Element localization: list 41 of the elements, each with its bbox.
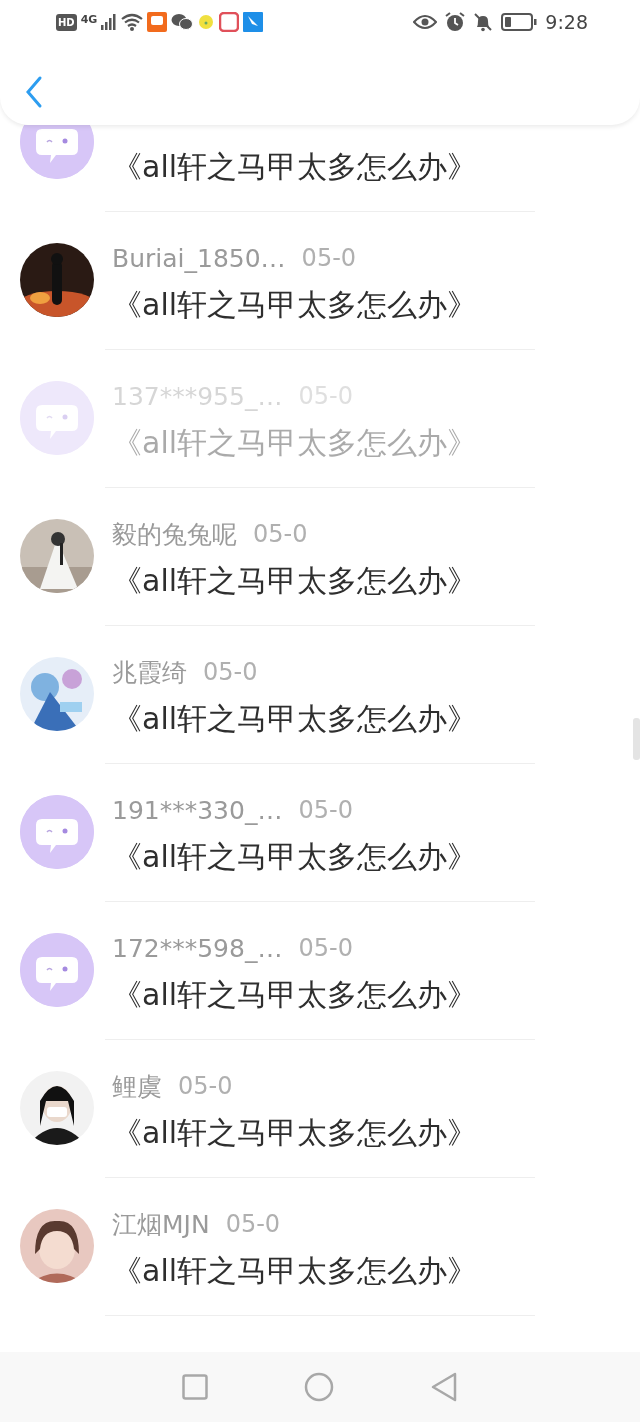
user-name: 毅的兔兔呢 (112, 519, 237, 551)
app-icon (147, 12, 168, 32)
user-name: 191***330_… (112, 795, 283, 827)
user-name: 兆霞绮 (112, 657, 187, 689)
post-date: 05-0 (178, 1071, 233, 1102)
back-icon[interactable] (430, 1372, 458, 1402)
post-date: 05-0 (298, 933, 353, 964)
home-icon[interactable] (304, 1372, 334, 1402)
post-date: 05-0 (253, 519, 308, 550)
post-date: 05-0 (298, 795, 353, 826)
post-date: 05-0 (203, 657, 258, 688)
post-date: 05-0 (301, 243, 357, 274)
chat-icon (171, 13, 194, 31)
book-title: 《all轩之马甲太多怎么办》 (112, 1114, 478, 1152)
hd-badge: HD (56, 13, 77, 31)
scroll-thumb (633, 718, 640, 760)
book-title: 《all轩之马甲太多怎么办》 (112, 700, 478, 738)
muted-bell-icon (473, 12, 494, 32)
book-title: 《all轩之马甲太多怎么办》 (112, 424, 478, 462)
alarm-icon (445, 12, 466, 32)
book-title: 《all轩之马甲太多怎么办》 (112, 1252, 478, 1290)
default-avatar-icon (20, 933, 94, 1007)
book-icon (219, 12, 240, 32)
book-title: 《all轩之马甲太多怎么办》 (112, 286, 478, 324)
book-title: 《all轩之马甲太多怎么办》 (112, 148, 478, 186)
signal-icon (101, 14, 118, 30)
status-time: 9:28 (545, 9, 588, 35)
user-name: 江烟MJN (112, 1209, 210, 1241)
user-name: 鲤虞 (112, 1071, 162, 1103)
user-name: 172***598_… (112, 933, 283, 965)
book-title: 《all轩之马甲太多怎么办》 (112, 838, 478, 876)
wifi-icon (121, 13, 144, 31)
battery-icon (501, 12, 538, 32)
book-title: 《all轩之马甲太多怎么办》 (112, 562, 478, 600)
eye-icon (413, 14, 438, 30)
default-avatar-icon (20, 795, 94, 869)
recent-apps-icon[interactable] (182, 1374, 208, 1400)
network-label: 4G (80, 12, 98, 28)
post-date: 05-0 (225, 1209, 281, 1240)
user-name: Buriai_1850… (112, 243, 286, 275)
book-title: 《all轩之马甲太多怎么办》 (112, 976, 478, 1014)
